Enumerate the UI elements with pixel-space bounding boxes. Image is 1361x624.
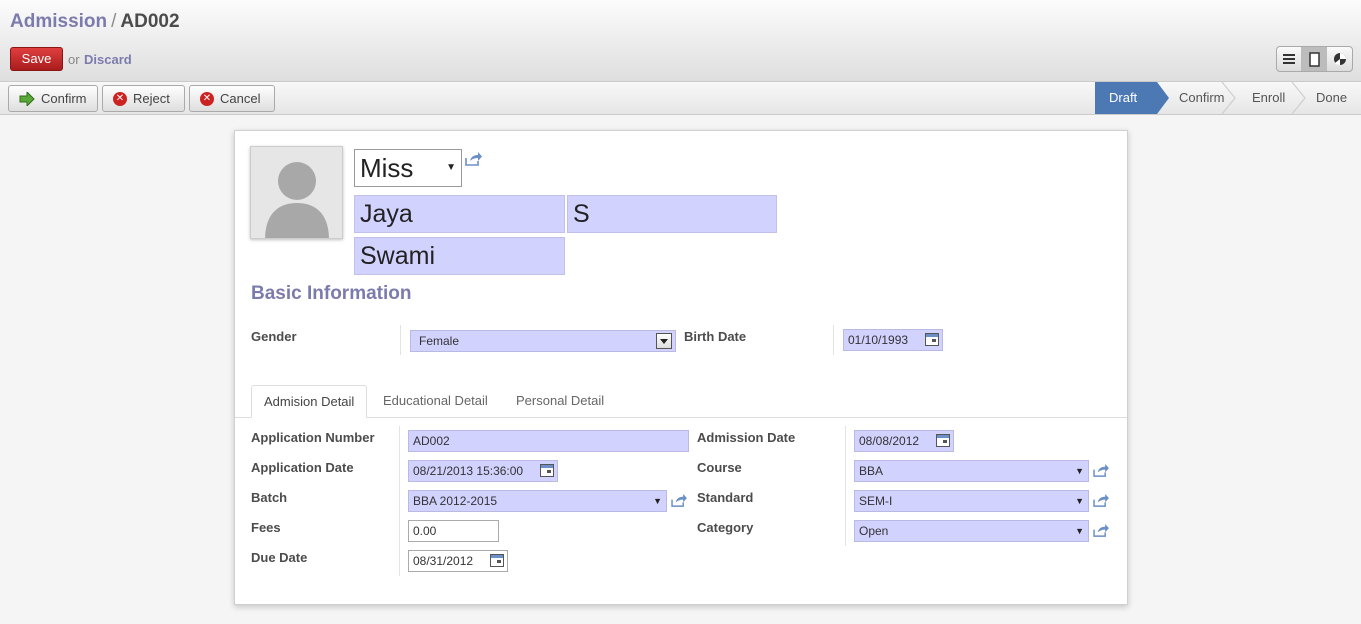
reject-button[interactable]: ✕ Reject xyxy=(102,85,185,112)
gender-value: Female xyxy=(419,334,460,348)
list-view-button[interactable] xyxy=(1277,47,1302,71)
breadcrumb: Admission / AD002 xyxy=(10,11,180,33)
graph-view-button[interactable] xyxy=(1327,47,1352,71)
arrow-right-icon xyxy=(19,91,35,106)
divider xyxy=(400,325,401,355)
status-bar: Confirm ✕ Reject ✕ Cancel Draft Confirm … xyxy=(0,82,1361,115)
tab-personal-detail[interactable]: Personal Detail xyxy=(504,385,616,418)
course-label: Course xyxy=(697,460,742,475)
admission-date-value: 08/08/2012 xyxy=(859,434,920,448)
control-panel: Admission / AD002 Save or Discard xyxy=(0,0,1361,82)
external-link-icon[interactable] xyxy=(1093,494,1109,510)
gender-select[interactable]: Female xyxy=(410,330,676,352)
notebook-tabs: Admision Detail Educational Detail Perso… xyxy=(235,385,1127,418)
stage-confirm-label: Confirm xyxy=(1179,90,1225,105)
close-circle-icon: ✕ xyxy=(200,91,214,106)
calendar-icon[interactable] xyxy=(540,464,554,477)
person-silhouette-icon xyxy=(251,147,342,238)
confirm-button-label: Confirm xyxy=(41,91,87,106)
gender-label: Gender xyxy=(251,329,297,344)
external-link-icon[interactable] xyxy=(671,494,687,510)
stage-draft[interactable]: Draft xyxy=(1095,82,1169,114)
stage-enroll-label: Enroll xyxy=(1252,90,1286,105)
middle-name-field[interactable]: S xyxy=(567,195,777,233)
dropdown-arrow-icon xyxy=(656,333,672,349)
course-value: BBA xyxy=(859,464,884,478)
breadcrumb-separator: / xyxy=(111,11,117,32)
stage-done[interactable]: Done xyxy=(1300,82,1361,114)
dropdown-arrow-icon: ▼ xyxy=(1075,466,1084,476)
application-number-field[interactable]: AD002 xyxy=(408,430,689,452)
pie-icon xyxy=(1333,53,1346,66)
category-select[interactable]: Open ▼ xyxy=(854,520,1089,542)
confirm-button[interactable]: Confirm xyxy=(8,85,98,112)
calendar-icon[interactable] xyxy=(490,554,504,567)
application-date-field[interactable]: 08/21/2013 15:36:00 xyxy=(408,460,558,482)
cancel-button-label: Cancel xyxy=(220,91,261,106)
list-icon xyxy=(1283,54,1295,64)
status-pipeline: Draft Confirm Enroll Done xyxy=(1095,82,1361,114)
dropdown-arrow-icon: ▼ xyxy=(446,162,456,173)
admission-date-label: Admission Date xyxy=(697,430,796,445)
batch-select[interactable]: BBA 2012-2015 ▼ xyxy=(408,490,667,512)
close-circle-icon: ✕ xyxy=(113,91,127,106)
category-label: Category xyxy=(697,520,754,535)
save-button[interactable]: Save xyxy=(10,47,63,71)
section-basic-information: Basic Information xyxy=(251,283,412,304)
divider xyxy=(399,426,400,576)
birth-date-field[interactable]: 01/10/1993 xyxy=(843,329,943,351)
standard-value: SEM-I xyxy=(859,494,893,508)
divider xyxy=(833,325,834,355)
application-date-value: 08/21/2013 15:36:00 xyxy=(413,464,524,478)
due-date-label: Due Date xyxy=(251,550,308,565)
tab-educational-detail[interactable]: Educational Detail xyxy=(371,385,500,418)
stage-enroll[interactable]: Enroll xyxy=(1230,82,1306,114)
title-select[interactable]: Miss ▼ xyxy=(354,149,462,187)
tab-admision-detail[interactable]: Admision Detail xyxy=(251,385,368,418)
birth-date-value: 01/10/1993 xyxy=(848,333,909,347)
calendar-icon[interactable] xyxy=(936,434,950,447)
avatar[interactable] xyxy=(250,146,343,239)
standard-label: Standard xyxy=(697,490,754,505)
or-text: or xyxy=(68,52,80,67)
birth-date-label: Birth Date xyxy=(684,329,747,344)
dropdown-arrow-icon: ▼ xyxy=(1075,526,1084,536)
title-value: Miss xyxy=(360,153,414,183)
dropdown-arrow-icon: ▼ xyxy=(1075,496,1084,506)
application-number-label: Application Number xyxy=(251,430,375,445)
reject-button-label: Reject xyxy=(133,91,170,106)
divider xyxy=(845,426,846,546)
calendar-icon[interactable] xyxy=(925,333,939,346)
standard-select[interactable]: SEM-I ▼ xyxy=(854,490,1089,512)
external-link-icon[interactable] xyxy=(1093,464,1109,480)
application-date-label: Application Date xyxy=(251,460,354,475)
breadcrumb-current: AD002 xyxy=(120,11,180,32)
admission-date-field[interactable]: 08/08/2012 xyxy=(854,430,954,452)
category-value: Open xyxy=(859,524,889,538)
discard-link[interactable]: Discard xyxy=(84,52,132,67)
first-name-field[interactable]: Jaya xyxy=(354,195,565,233)
view-switcher xyxy=(1276,46,1353,72)
external-link-icon[interactable] xyxy=(1093,524,1109,540)
last-name-field[interactable]: Swami xyxy=(354,237,565,275)
course-select[interactable]: BBA ▼ xyxy=(854,460,1089,482)
form-sheet: Miss ▼ Jaya S Swami Basic Information Ge… xyxy=(234,130,1128,605)
batch-label: Batch xyxy=(251,490,288,505)
due-date-value: 08/31/2012 xyxy=(413,554,474,568)
cancel-button[interactable]: ✕ Cancel xyxy=(189,85,275,112)
breadcrumb-admission-link[interactable]: Admission xyxy=(10,11,107,32)
form-view-button[interactable] xyxy=(1302,47,1327,71)
batch-value: BBA 2012-2015 xyxy=(413,494,498,508)
dropdown-arrow-icon: ▼ xyxy=(653,496,662,506)
form-icon xyxy=(1308,51,1320,67)
fees-field[interactable]: 0.00 xyxy=(408,520,499,542)
external-link-icon[interactable] xyxy=(465,152,482,169)
fees-label: Fees xyxy=(251,520,281,535)
due-date-field[interactable]: 08/31/2012 xyxy=(408,550,508,572)
